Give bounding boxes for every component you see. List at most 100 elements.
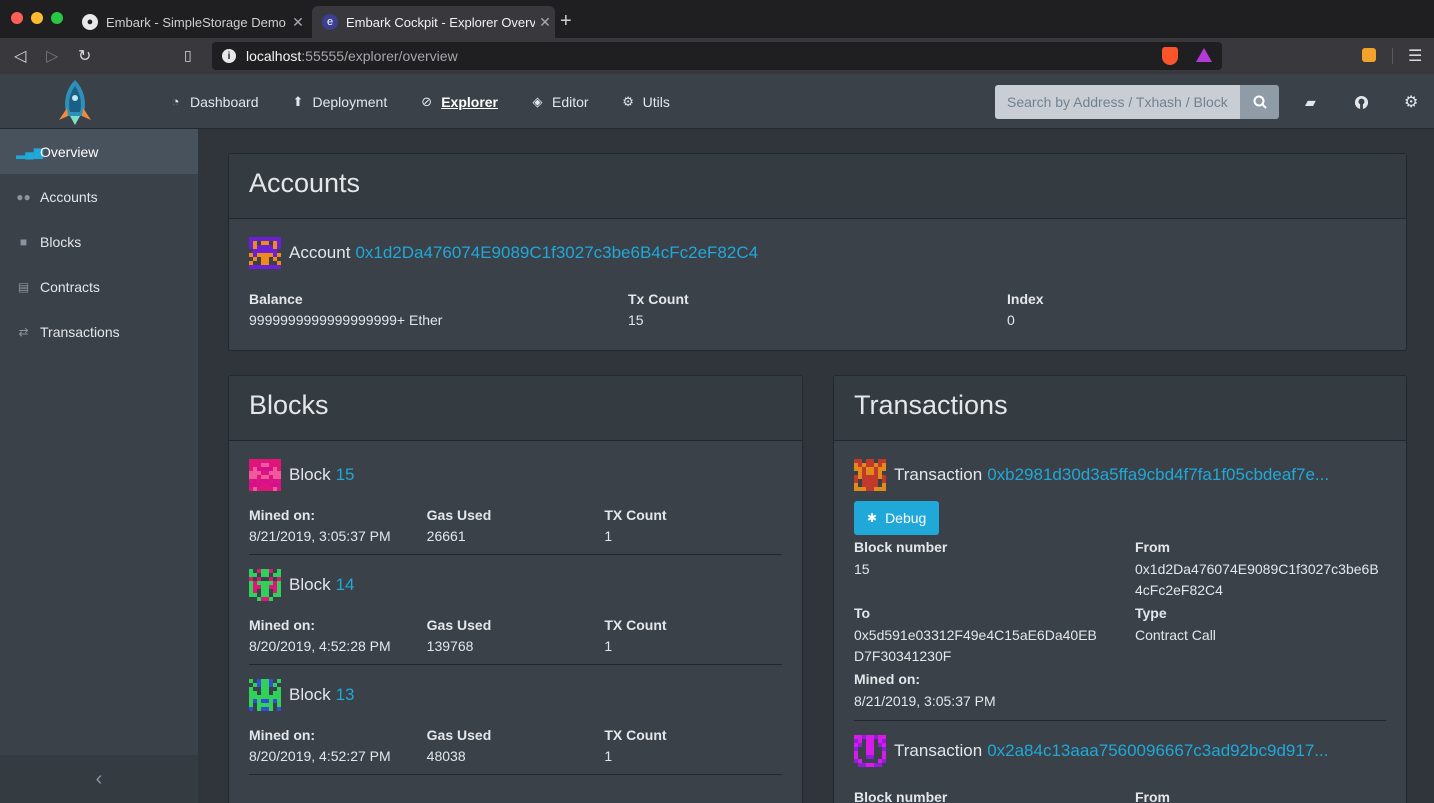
book-icon[interactable]: ▰ (1305, 94, 1316, 111)
search-input[interactable]: Search by Address / Txhash / Block (995, 85, 1240, 119)
mined-on-label: Mined on: (249, 617, 316, 633)
brave-rewards-icon[interactable] (1196, 48, 1212, 62)
nav-deployment[interactable]: ⬆ Deployment (291, 94, 388, 110)
nav-utils[interactable]: ⚙ Utils (621, 94, 670, 110)
account-row: Account 0x1d2Da476074E9089C1f3027c3be6B4… (249, 237, 1386, 269)
sidebar-collapse-button[interactable]: ‹ (0, 755, 198, 803)
github-icon[interactable] (1354, 95, 1369, 110)
url-path: :55555/explorer/overview (301, 48, 458, 64)
sidebar-item-transactions[interactable]: ⇄ Transactions (0, 309, 198, 354)
index-label: Index (1007, 291, 1044, 307)
block-identicon (249, 459, 281, 491)
minimize-window-button[interactable] (31, 12, 43, 24)
url-host: localhost (246, 48, 302, 64)
debug-button[interactable]: ✱ Debug (854, 501, 940, 535)
nav-dashboard[interactable]: ◔ Dashboard (168, 94, 259, 110)
globe-icon: ● (82, 14, 98, 30)
close-tab-icon[interactable]: ✕ (535, 14, 555, 31)
toolbar-divider (1392, 48, 1393, 64)
tx-count-value: 1 (604, 748, 613, 764)
block-row: Block 13 Mined on: 8/20/2019, 4:52:27 PM … (249, 679, 782, 775)
sidebar-item-label: Contracts (40, 278, 100, 295)
dashboard-icon: ◔ (171, 94, 180, 109)
gas-used-value: 139768 (426, 638, 474, 654)
transactions-card-title: Transactions (834, 376, 1406, 441)
block-row: Block 14 Mined on: 8/20/2019, 4:52:28 PM … (249, 569, 782, 665)
transaction-row: Transaction 0x2a84c13aaa7560096667c3ad92… (854, 735, 1386, 803)
to-label: To (854, 605, 871, 621)
transaction-hash-link[interactable]: 0xb2981d30d3a5ffa9cbd4f7fa1f05cbdeaf7e..… (987, 465, 1329, 485)
bookmark-icon[interactable]: ▯ (184, 47, 192, 64)
forward-icon[interactable]: ▷ (46, 46, 58, 66)
square-icon: ■ (19, 234, 28, 249)
sidebar-item-blocks[interactable]: ■ Blocks (0, 219, 198, 264)
new-tab-icon[interactable]: + (560, 10, 572, 33)
sidebar-item-label: Transactions (40, 323, 120, 340)
browser-tab-cockpit[interactable]: e Embark Cockpit - Explorer Overview ✕ (312, 6, 555, 38)
transaction-hash-link[interactable]: 0x2a84c13aaa7560096667c3ad92bc9d917... (987, 741, 1328, 761)
sidebar-item-overview[interactable]: ▂▄▆ Overview (0, 129, 198, 174)
nav-explorer[interactable]: ⊘ Explorer (419, 94, 498, 110)
balance-value: 9999999999999999999+ Ether (249, 312, 443, 328)
mined-on-label: Mined on: (249, 507, 316, 523)
main-content: Accounts Account 0x1d2Da476074E9089C1f30… (198, 129, 1434, 803)
mined-on-label: Mined on: (854, 671, 921, 687)
signal-icon: ▂▄▆ (16, 144, 43, 159)
block-number-link[interactable]: 15 (336, 465, 355, 485)
mined-on-value: 8/20/2019, 4:52:28 PM (249, 638, 391, 654)
browser-tab-bar: ● Embark - SimpleStorage Demo ✕ e Embark… (0, 0, 1434, 38)
block-number-label: Block number (854, 789, 948, 803)
reload-icon[interactable]: ↻ (78, 46, 91, 66)
metamask-extension-icon[interactable] (1362, 48, 1376, 62)
back-icon[interactable]: ◁ (14, 46, 26, 66)
nav-label: Editor (552, 93, 589, 110)
sidebar-item-label: Accounts (40, 188, 98, 205)
maximize-window-button[interactable] (51, 12, 63, 24)
blocks-card-title: Blocks (229, 376, 802, 441)
exchange-icon: ⇄ (18, 324, 29, 339)
tx-count-label: TX Count (604, 617, 667, 633)
app-header: ◔ Dashboard ⬆ Deployment ⊘ Explorer ◈ Ed… (0, 74, 1434, 129)
close-window-button[interactable] (11, 12, 23, 24)
settings-gear-icon[interactable]: ⚙ (1404, 92, 1418, 112)
url-bar[interactable]: i localhost:55555/explorer/overview (212, 42, 1222, 70)
block-identicon (249, 679, 281, 711)
mined-on-value: 8/21/2019, 3:05:37 PM (249, 528, 391, 544)
accounts-card: Accounts Account 0x1d2Da476074E9089C1f30… (228, 153, 1407, 351)
gas-used-label: Gas Used (426, 617, 492, 633)
sidebar-item-contracts[interactable]: ▤ Contracts (0, 264, 198, 309)
brave-shield-icon[interactable] (1162, 47, 1178, 65)
gas-used-value: 48038 (426, 748, 466, 764)
block-number-link[interactable]: 13 (336, 685, 355, 705)
accounts-card-title: Accounts (229, 154, 1406, 219)
close-tab-icon[interactable]: ✕ (288, 14, 308, 31)
gas-used-label: Gas Used (426, 727, 492, 743)
nav-editor[interactable]: ◈ Editor (530, 94, 589, 110)
nav-label: Explorer (441, 93, 499, 110)
site-info-icon[interactable]: i (222, 49, 236, 63)
search-button[interactable] (1240, 85, 1279, 119)
sidebar: ▂▄▆ Overview ●● Accounts ■ Blocks ▤ Cont… (0, 129, 198, 803)
browser-tab-simplestorage[interactable]: ● Embark - SimpleStorage Demo ✕ (72, 6, 308, 38)
tx-count-label: Tx Count (628, 291, 689, 307)
gas-used-label: Gas Used (426, 507, 492, 523)
embark-logo[interactable] (55, 78, 95, 126)
block-number-link[interactable]: 14 (336, 575, 355, 595)
transaction-identicon (854, 735, 886, 767)
mined-on-label: Mined on: (249, 727, 316, 743)
sidebar-item-accounts[interactable]: ●● Accounts (0, 174, 198, 219)
file-icon: ▤ (17, 279, 30, 294)
from-label: From (1135, 539, 1170, 555)
block-identicon (249, 569, 281, 601)
account-address-link[interactable]: 0x1d2Da476074E9089C1f3027c3be6B4cFc2eF82… (355, 243, 758, 263)
account-label: Account (289, 243, 351, 262)
from-value: 0x1d2Da476074E9089C1f3027c3be6B4cFc2eF82… (1135, 561, 1379, 598)
balance-label: Balance (249, 291, 303, 307)
from-label: From (1135, 789, 1170, 803)
tab-title: Embark Cockpit - Explorer Overview (346, 14, 535, 30)
nav-label: Deployment (312, 93, 388, 110)
transaction-label: Transaction (894, 741, 983, 760)
browser-menu-icon[interactable]: ☰ (1408, 46, 1422, 66)
upload-icon: ⬆ (292, 93, 304, 109)
type-label: Type (1135, 605, 1167, 621)
